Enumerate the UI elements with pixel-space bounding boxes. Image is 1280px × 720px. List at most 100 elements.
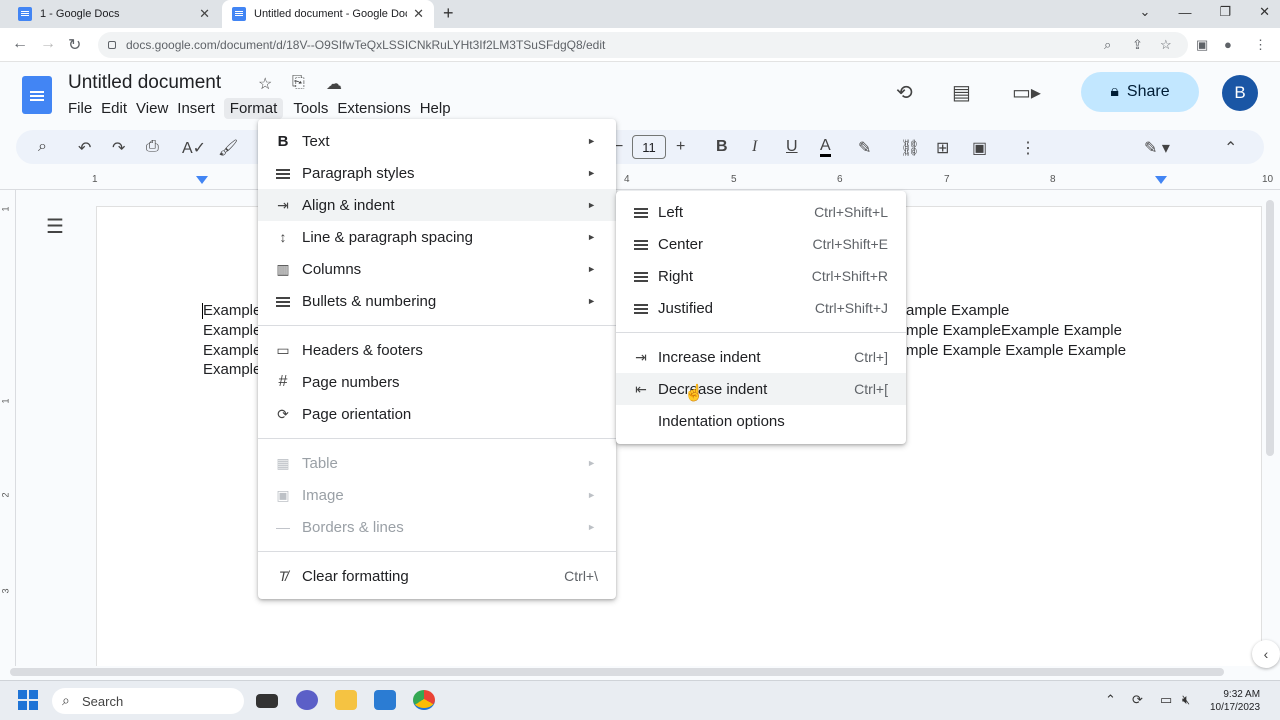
profile-icon[interactable]: ●: [1224, 37, 1232, 52]
undo-icon[interactable]: ↶: [78, 138, 91, 158]
document-text-line[interactable]: Example: [203, 342, 261, 359]
document-text-line[interactable]: Example: [203, 302, 261, 319]
tray-chevron-icon[interactable]: ⌃: [1105, 692, 1116, 708]
share-page-icon[interactable]: ⇪: [1132, 37, 1143, 53]
submenu-item-left[interactable]: Left Ctrl+Shift+L: [616, 196, 906, 228]
menu-item-page-numbers[interactable]: # Page numbers: [258, 366, 616, 398]
menu-view[interactable]: View: [136, 98, 177, 119]
menu-item-columns[interactable]: ▥ Columns ►: [258, 253, 616, 285]
document-text-line[interactable]: mple ExampleExample Example: [906, 322, 1122, 339]
editing-mode-icon[interactable]: ✎ ▾: [1144, 138, 1170, 158]
windows-start-icon[interactable]: [18, 690, 38, 710]
document-text-line[interactable]: Example: [203, 361, 261, 378]
new-tab-icon[interactable]: +: [443, 3, 454, 24]
increase-font-icon[interactable]: +: [676, 138, 685, 156]
more-icon[interactable]: ⋮: [1254, 37, 1267, 53]
file-explorer-icon[interactable]: [335, 690, 357, 710]
task-view-icon[interactable]: [256, 694, 278, 708]
chrome-icon[interactable]: [413, 690, 435, 710]
menu-item-bullets[interactable]: Bullets & numbering ►: [258, 285, 616, 317]
menu-file[interactable]: File: [68, 98, 101, 119]
document-text-line[interactable]: mple Example Example Example: [906, 342, 1126, 359]
side-panel-toggle-icon[interactable]: ‹: [1252, 640, 1280, 668]
submenu-item-increase-indent[interactable]: ⇥ Increase indent Ctrl+]: [616, 341, 906, 373]
print-icon[interactable]: ⎙: [146, 138, 159, 156]
underline-icon[interactable]: U: [786, 138, 798, 156]
meet-icon[interactable]: ▭▸: [1012, 80, 1041, 105]
menu-extensions[interactable]: Extensions: [337, 98, 419, 119]
submenu-arrow-icon: ►: [587, 296, 596, 306]
text-color-icon[interactable]: A: [820, 138, 831, 157]
url-field[interactable]: docs.google.com/document/d/18V--O9SIfwTe…: [98, 32, 1188, 58]
menu-item-line-spacing[interactable]: ↕ Line & paragraph spacing ►: [258, 221, 616, 253]
taskbar-clock[interactable]: 9:32 AM 10/17/2023: [1210, 688, 1260, 714]
search-menus-icon[interactable]: ⌕: [38, 138, 47, 156]
menu-item-align-indent[interactable]: ⇥ Align & indent ►: [258, 189, 616, 221]
zoom-icon[interactable]: ⌕: [1104, 37, 1111, 53]
link-icon[interactable]: ⛓: [900, 138, 920, 158]
paint-format-icon[interactable]: 🖌︎: [218, 138, 238, 158]
sync-icon[interactable]: ⟳: [1132, 692, 1143, 708]
forward-icon[interactable]: →: [40, 35, 56, 53]
menu-item-borders-lines[interactable]: — Borders & lines ►: [258, 511, 616, 543]
add-comment-icon[interactable]: ⊞: [936, 138, 949, 158]
document-text-line[interactable]: Example: [203, 322, 261, 339]
italic-icon[interactable]: I: [752, 138, 757, 156]
insert-image-icon[interactable]: ▣: [972, 138, 987, 158]
comments-icon[interactable]: ▤: [952, 80, 971, 105]
document-text-line[interactable]: ample Example: [906, 302, 1009, 319]
vertical-scrollbar[interactable]: [1266, 200, 1274, 456]
menu-item-paragraph-styles[interactable]: Paragraph styles ►: [258, 157, 616, 189]
redo-icon[interactable]: ↷: [112, 138, 125, 158]
maximize-icon[interactable]: ❐: [1219, 4, 1231, 20]
highlight-icon[interactable]: ✎: [858, 138, 871, 158]
tab-search-icon[interactable]: ⌄: [1140, 4, 1151, 20]
cloud-status-icon[interactable]: ☁: [326, 74, 342, 94]
minimize-icon[interactable]: —: [1178, 5, 1191, 20]
browser-tab-active[interactable]: Untitled document - Google Docs ✕: [222, 0, 434, 28]
submenu-item-justified[interactable]: Justified Ctrl+Shift+J: [616, 292, 906, 324]
more-options-icon[interactable]: ⋮: [1020, 138, 1036, 158]
submenu-item-decrease-indent[interactable]: ⇤ Decrease indent Ctrl+[: [616, 373, 906, 405]
volume-muted-icon[interactable]: 🔇︎: [1182, 692, 1190, 708]
avatar[interactable]: B: [1222, 75, 1258, 111]
version-history-icon[interactable]: ⟲: [896, 80, 913, 105]
submenu-item-indentation-options[interactable]: Indentation options: [616, 405, 906, 437]
menu-item-table[interactable]: ▦ Table ►: [258, 447, 616, 479]
menu-item-image[interactable]: ▣ Image ►: [258, 479, 616, 511]
side-panel-icon[interactable]: ▣: [1196, 37, 1208, 53]
share-button[interactable]: 🔒︎ Share: [1081, 72, 1199, 112]
document-title[interactable]: Untitled document: [68, 72, 221, 94]
menu-item-clear-formatting[interactable]: T̸ Clear formatting Ctrl+\: [258, 560, 616, 592]
bold-icon[interactable]: B: [716, 138, 728, 156]
menu-item-headers-footers[interactable]: ▭ Headers & footers: [258, 334, 616, 366]
back-icon[interactable]: ←: [12, 35, 28, 53]
move-folder-icon[interactable]: ⎘: [292, 74, 305, 92]
docs-logo-icon[interactable]: [22, 76, 52, 114]
spellcheck-icon[interactable]: A✓: [182, 138, 206, 158]
store-icon[interactable]: [374, 690, 396, 710]
outline-icon[interactable]: ☰: [46, 214, 64, 239]
menu-format[interactable]: Format: [223, 98, 284, 119]
close-tab-icon[interactable]: ✕: [199, 6, 210, 22]
bookmark-star-icon[interactable]: ☆: [1160, 37, 1172, 53]
menu-insert[interactable]: Insert: [177, 98, 224, 119]
submenu-item-center[interactable]: Center Ctrl+Shift+E: [616, 228, 906, 260]
horizontal-scrollbar[interactable]: [10, 668, 1224, 676]
menu-tools[interactable]: Tools: [293, 98, 337, 119]
taskbar-search-field[interactable]: ⌕ Search: [52, 688, 244, 714]
menu-help[interactable]: Help: [420, 98, 460, 119]
submenu-item-right[interactable]: Right Ctrl+Shift+R: [616, 260, 906, 292]
menu-edit[interactable]: Edit: [101, 98, 136, 119]
font-size-field[interactable]: 11: [632, 135, 666, 159]
star-icon[interactable]: ☆: [258, 74, 272, 94]
menu-item-text[interactable]: B Text ►: [258, 125, 616, 157]
teams-chat-icon[interactable]: [296, 690, 318, 710]
close-window-icon[interactable]: ✕: [1259, 4, 1270, 20]
browser-tab[interactable]: 1 - Google Docs ✕: [8, 0, 220, 28]
hide-menus-icon[interactable]: ⌃: [1224, 138, 1237, 158]
close-tab-icon[interactable]: ✕: [413, 6, 424, 22]
network-icon[interactable]: ▭: [1160, 692, 1172, 708]
menu-item-page-orientation[interactable]: ⟳ Page orientation: [258, 398, 616, 430]
reload-icon[interactable]: ↻: [68, 35, 81, 55]
